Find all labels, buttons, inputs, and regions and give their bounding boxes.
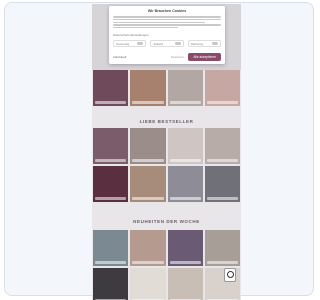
modal-body-text: [113, 15, 221, 31]
product-tile[interactable]: [204, 166, 240, 202]
product-tile[interactable]: [93, 128, 129, 164]
section-title: LIEBE BESTSELLER: [139, 119, 194, 124]
details-link[interactable]: Individuell: [113, 55, 126, 59]
product-tile[interactable]: [130, 128, 166, 164]
switch-icon: [211, 42, 218, 45]
settings-label: Datenschutz-Einstellungen: [113, 33, 149, 37]
product-tile[interactable]: [93, 70, 129, 106]
trust-badge-icon[interactable]: [224, 268, 236, 282]
toggle-label: Notwendig: [116, 41, 130, 46]
product-tile[interactable]: [204, 128, 240, 164]
cookie-consent-modal: Wir Brauchen Cookies Datenschutz-Einstel…: [109, 6, 225, 64]
switch-icon: [137, 42, 144, 45]
product-tile[interactable]: [167, 268, 203, 300]
product-tile[interactable]: [167, 128, 203, 164]
product-tile[interactable]: [167, 230, 203, 266]
product-tile[interactable]: [167, 70, 203, 106]
toggle-label: Marketing: [190, 41, 203, 46]
toggle-marketing[interactable]: Marketing: [187, 40, 221, 47]
switch-icon: [174, 42, 181, 45]
modal-title: Wir Brauchen Cookies: [147, 9, 187, 13]
toggle-statistics[interactable]: Statistik: [150, 40, 184, 47]
product-tile[interactable]: [93, 268, 129, 300]
toggle-label: Statistik: [153, 41, 164, 46]
product-tile[interactable]: [93, 166, 129, 202]
toggle-necessary[interactable]: Notwendig: [113, 40, 147, 47]
product-tile[interactable]: [130, 70, 166, 106]
product-tile[interactable]: [130, 166, 166, 202]
product-grid-new: [92, 230, 241, 300]
product-grid-bestseller: [92, 128, 241, 202]
section-title: NEUHEITEN DER WOCHE: [133, 219, 200, 224]
product-tile[interactable]: [130, 230, 166, 266]
product-tile[interactable]: [204, 70, 240, 106]
product-tile[interactable]: [204, 230, 240, 266]
product-tile[interactable]: [130, 268, 166, 300]
product-tile[interactable]: [167, 166, 203, 202]
product-tile[interactable]: [93, 230, 129, 266]
save-button[interactable]: Speichern: [171, 55, 185, 59]
accept-all-button[interactable]: Alle akzeptieren: [188, 53, 221, 61]
consent-toggles: Notwendig Statistik Marketing: [113, 40, 221, 47]
modal-actions: Individuell Speichern Alle akzeptieren: [113, 53, 221, 61]
product-grid-top: [92, 70, 241, 106]
